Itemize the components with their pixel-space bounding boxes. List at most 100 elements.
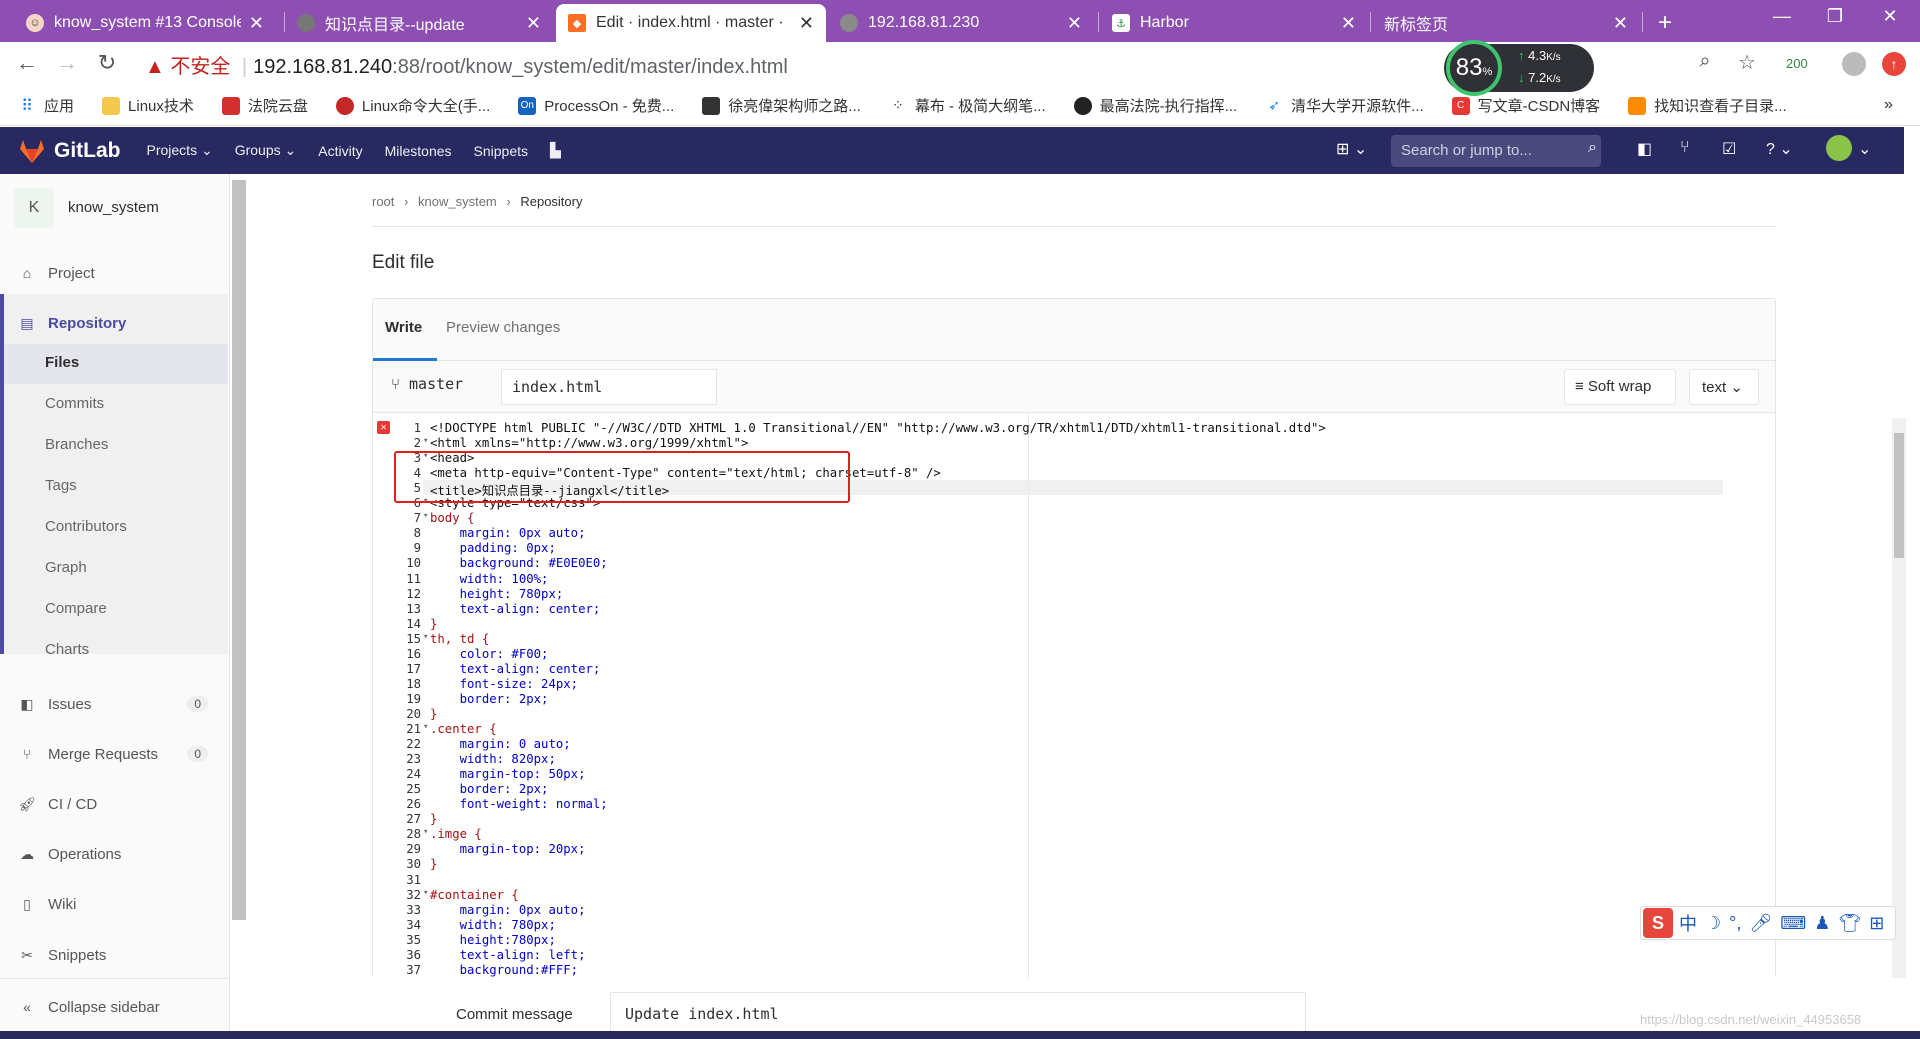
branch-label: ⑂ master [391, 375, 464, 393]
sidebar-item-issues[interactable]: ◧ Issues 0 [0, 689, 228, 719]
tab-edit-index[interactable]: ◆ Edit · index.html · master · ✕ [556, 4, 826, 42]
editor-scrollbar[interactable] [1892, 418, 1906, 978]
bookmark-item[interactable]: 最高法院-执行指挥... [1073, 95, 1237, 116]
forward-icon[interactable]: → [52, 50, 82, 76]
sidebar-sub-charts[interactable]: Charts [45, 641, 89, 658]
page-title: Edit file [372, 252, 435, 273]
maximize-icon[interactable]: ❐ [1815, 6, 1855, 27]
project-name[interactable]: know_system [68, 199, 159, 216]
minimize-icon[interactable]: — [1762, 6, 1802, 27]
tab-newtab[interactable]: 新标签页 ✕ [1372, 4, 1640, 42]
breadcrumb-project[interactable]: know_system [418, 194, 497, 209]
sidebar-sub-contributors[interactable]: Contributors [45, 518, 127, 535]
fold-arrow-icon[interactable]: ▾ [423, 827, 428, 837]
gitlab-logo[interactable]: GitLab [18, 138, 121, 164]
close-tab-icon[interactable]: ✕ [1613, 13, 1628, 34]
sidebar-scrollbar[interactable] [232, 180, 246, 920]
bookmark-apps[interactable]: ⠿ 应用 [18, 95, 74, 116]
bookmark-item[interactable]: 徐亮偉架构师之路... [702, 95, 861, 116]
nav-activity[interactable]: Activity [318, 143, 362, 159]
collapse-sidebar-button[interactable]: «Collapse sidebar [0, 992, 228, 1022]
close-window-icon[interactable]: ✕ [1870, 6, 1910, 27]
close-tab-icon[interactable]: ✕ [526, 13, 541, 34]
user-avatar[interactable] [1826, 135, 1852, 161]
fold-arrow-icon[interactable]: ▾ [423, 722, 428, 732]
url-field[interactable]: ▲ 不安全 | 192.168.81.240:88/root/know_syste… [145, 50, 788, 79]
tab-write[interactable]: Write [385, 319, 422, 336]
bookmark-item[interactable]: C 写文章-CSDN博客 [1451, 95, 1600, 116]
fold-arrow-icon[interactable]: ▾ [423, 632, 428, 642]
bookmark-item[interactable]: On ProcessOn - 免费... [518, 95, 674, 116]
fold-arrow-icon[interactable]: ▾ [423, 511, 428, 521]
nav-snippets[interactable]: Snippets [474, 143, 528, 159]
plus-square-icon[interactable]: ⊞ ⌄ [1336, 139, 1367, 159]
back-icon[interactable]: ← [12, 50, 42, 76]
file-mode-select[interactable]: text ⌄ [1689, 369, 1759, 405]
profile-avatar[interactable] [1842, 52, 1866, 76]
warning-icon: ▲ [145, 56, 171, 78]
fold-arrow-icon[interactable]: ▾ [423, 888, 428, 898]
reload-icon[interactable]: ↻ [92, 50, 122, 76]
ime-toolbar[interactable]: S 中 ☽ °, 🎤︎ ⌨ ♟ 👕︎ ⊞ [1640, 906, 1896, 940]
merge-request-icon[interactable]: ⑂ [1680, 139, 1690, 157]
blog-icon [702, 96, 721, 115]
code-line: margin: 0px auto; [430, 526, 586, 541]
branch-icon: ⑂ [391, 375, 410, 393]
bookmark-item[interactable]: Linux技术 [102, 95, 194, 116]
zoom-icon[interactable]: ⌕ [1690, 50, 1720, 73]
nav-milestones[interactable]: Milestones [385, 143, 452, 159]
chevron-down-icon[interactable]: ⌄ [1858, 139, 1871, 159]
bookmark-item[interactable]: ⁘ 幕布 - 极简大纲笔... [889, 95, 1046, 116]
sidebar-sub-graph[interactable]: Graph [45, 559, 87, 576]
bookmark-item[interactable]: ➶ 清华大学开源软件... [1265, 95, 1423, 116]
help-icon[interactable]: ? ⌄ [1766, 139, 1793, 159]
sidebar-item-merge-requests[interactable]: ⑂ Merge Requests 0 [0, 739, 228, 769]
close-tab-icon[interactable]: ✕ [1341, 13, 1356, 34]
line-number: 28 [406, 827, 421, 842]
sidebar-sub-branches[interactable]: Branches [45, 436, 108, 453]
nav-groups[interactable]: Groups ⌄ [235, 142, 297, 159]
bookmark-item[interactable]: 法院云盘 [221, 95, 308, 116]
sidebar-sub-files[interactable]: Files [45, 354, 79, 371]
soft-wrap-button[interactable]: ≡ Soft wrap [1564, 369, 1676, 405]
project-avatar[interactable]: K [14, 188, 54, 228]
sidebar-sub-commits[interactable]: Commits [45, 395, 104, 412]
extension-badge[interactable]: 200 [1786, 56, 1808, 71]
tab-230[interactable]: 192.168.81.230 ✕ [828, 4, 1094, 42]
line-number: 11 [406, 571, 421, 586]
bookmarks-more[interactable]: » [1884, 96, 1893, 114]
line-number: 18 [406, 676, 421, 691]
filename-input[interactable]: index.html [501, 369, 717, 405]
tab-preview-changes[interactable]: Preview changes [446, 319, 560, 336]
sidebar-item-operations[interactable]: ☁ Operations [0, 839, 228, 869]
tab-console[interactable]: ☺ know_system #13 Console ✕ [14, 4, 276, 42]
fold-arrow-icon[interactable]: ▾ [423, 436, 428, 446]
code-line: background: #E0E0E0; [430, 556, 608, 571]
sidebar-sub-tags[interactable]: Tags [45, 477, 77, 494]
breadcrumb-root[interactable]: root [372, 194, 394, 209]
update-icon[interactable]: ↑ [1882, 52, 1906, 76]
commit-message-input[interactable]: Update index.html [610, 992, 1306, 1036]
search-input[interactable]: Search or jump to... [1391, 135, 1601, 167]
sidebar-item-repository[interactable]: ▤ Repository [0, 308, 228, 338]
chart-icon[interactable]: ▙ [550, 142, 561, 159]
sidebar-item-wiki[interactable]: ▯ Wiki [0, 889, 228, 919]
new-tab-button[interactable]: + [1646, 4, 1684, 42]
todo-icon[interactable]: ☑ [1722, 139, 1736, 159]
nav-projects[interactable]: Projects ⌄ [147, 142, 213, 159]
close-tab-icon[interactable]: ✕ [799, 13, 814, 34]
bookmark-item[interactable]: 找知识查看子目录... [1628, 95, 1787, 116]
bookmark-star-icon[interactable]: ☆ [1732, 50, 1762, 75]
close-tab-icon[interactable]: ✕ [1067, 13, 1082, 34]
sidebar-item-cicd[interactable]: 🚀︎ CI / CD [0, 789, 228, 819]
sidebar-sub-compare[interactable]: Compare [45, 600, 107, 617]
tab-update[interactable]: 知识点目录--update ✕ [285, 4, 553, 42]
close-tab-icon[interactable]: ✕ [249, 13, 264, 34]
tab-harbor[interactable]: ⚓ Harbor ✕ [1100, 4, 1368, 42]
sidebar-item-snippets[interactable]: ✂ Snippets [0, 940, 228, 970]
bookmark-item[interactable]: Linux命令大全(手... [335, 95, 490, 116]
code-line: #container { [430, 887, 519, 902]
breadcrumb-repository[interactable]: Repository [520, 194, 582, 209]
sidebar-item-project[interactable]: ⌂ Project [0, 258, 228, 288]
issues-icon[interactable]: ◧ [1637, 139, 1652, 159]
